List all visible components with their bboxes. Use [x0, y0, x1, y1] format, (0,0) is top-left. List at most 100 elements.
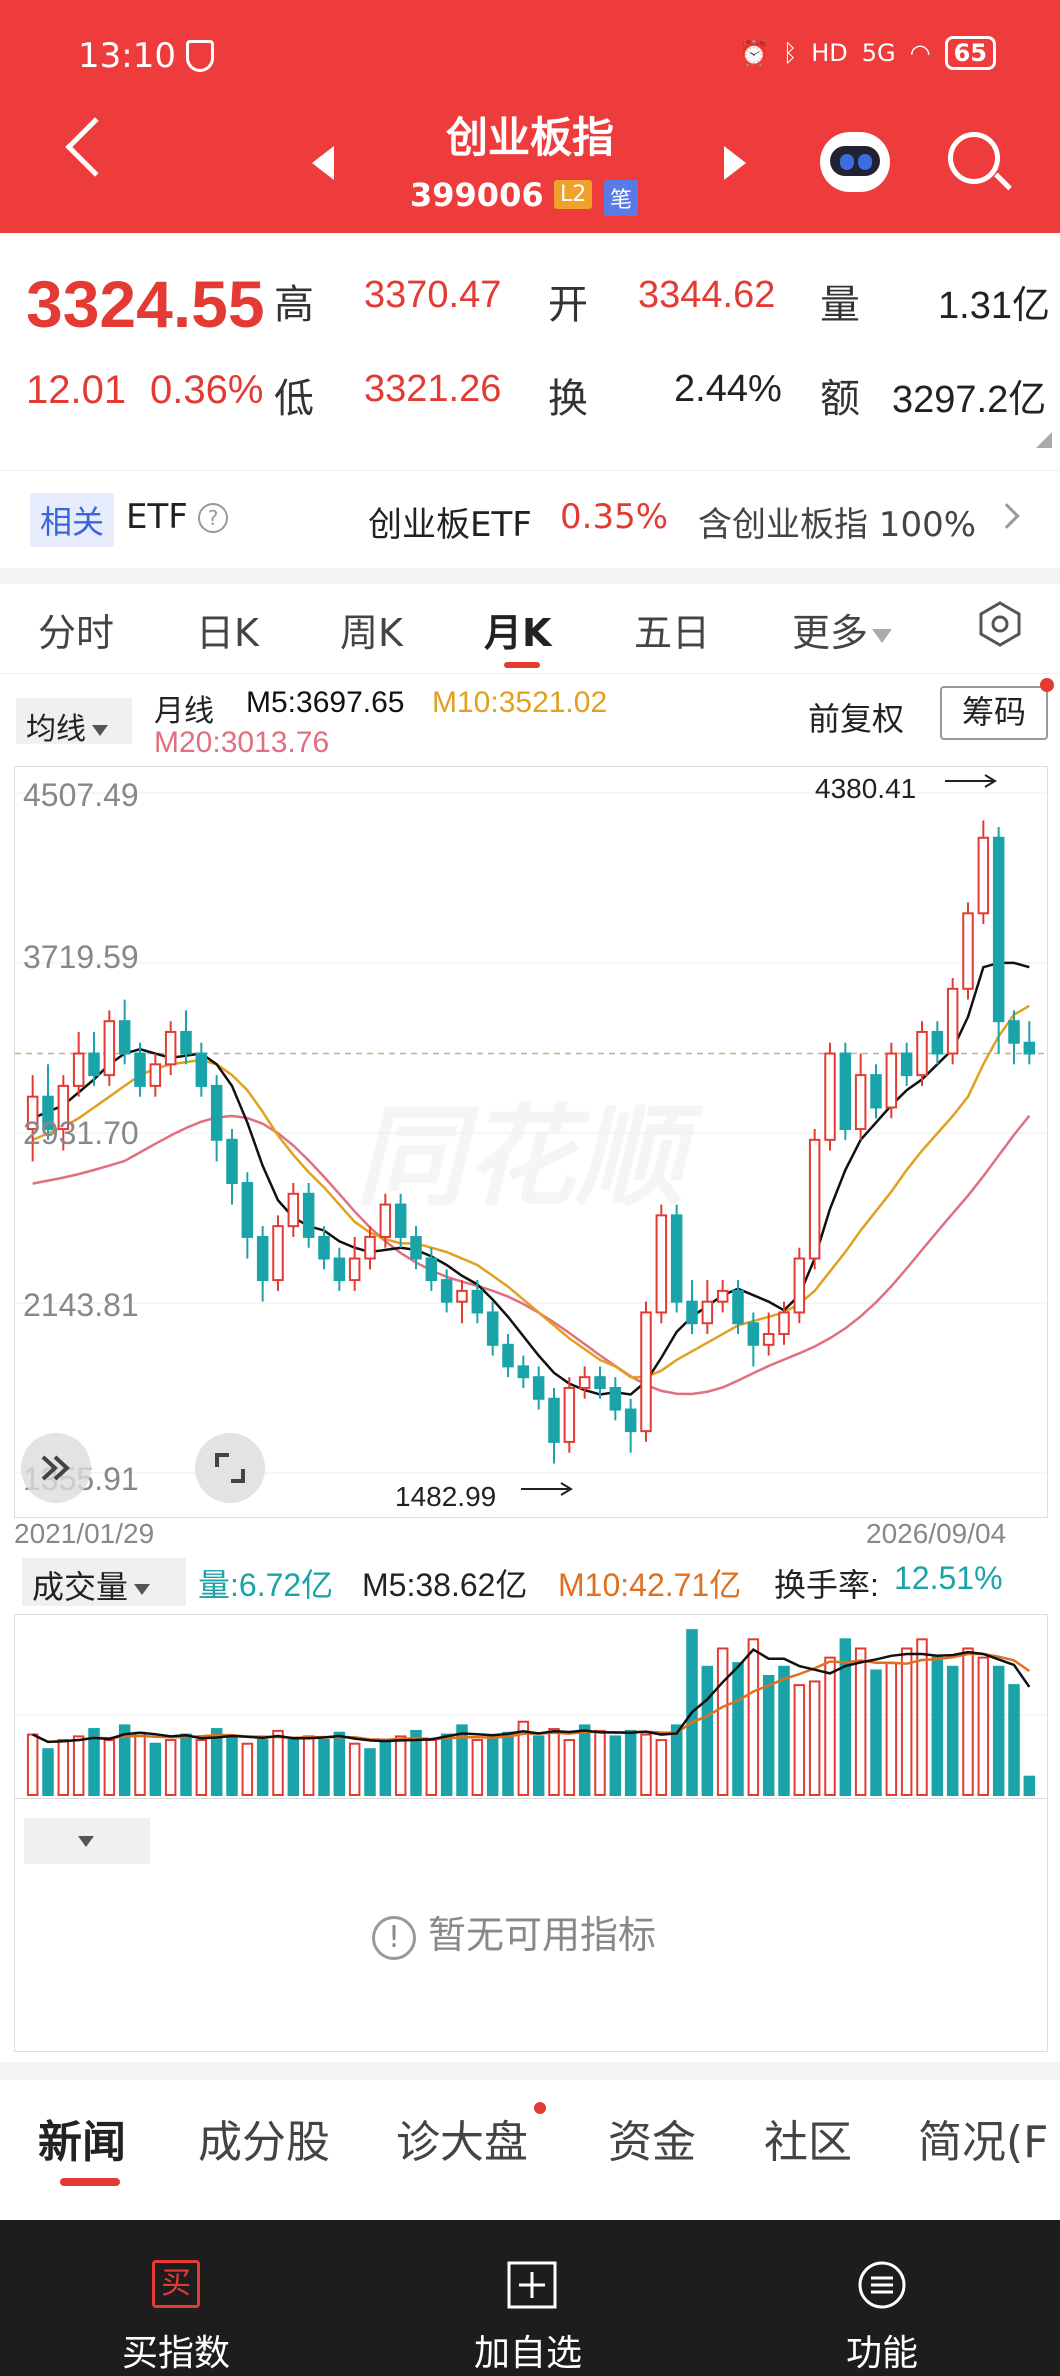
- y-tick: 4507.49: [23, 777, 139, 813]
- tab-funds[interactable]: 资金: [608, 2106, 696, 2170]
- fullscreen-icon[interactable]: [195, 1433, 265, 1503]
- tab-daily-k[interactable]: 日K: [196, 602, 259, 657]
- etf-label: ETF: [126, 497, 188, 537]
- candle-body: [456, 1289, 468, 1303]
- candle-body: [900, 1052, 913, 1077]
- y-tick: 2143.81: [23, 1287, 139, 1323]
- tab-diagnosis[interactable]: 诊大盘: [396, 2106, 528, 2170]
- candle-body: [931, 1030, 944, 1055]
- settings-hexagon-icon[interactable]: [976, 600, 1024, 648]
- volume-svg: [15, 1629, 1047, 1797]
- volume-bar: [272, 1729, 284, 1796]
- candle-body: [1023, 1041, 1036, 1055]
- volume-bar: [563, 1739, 576, 1797]
- volume-bar: [26, 1733, 39, 1796]
- candle-body: [226, 1138, 238, 1184]
- tab-components[interactable]: 成分股: [198, 2106, 330, 2170]
- volume-bar: [532, 1735, 545, 1796]
- search-icon[interactable]: [948, 132, 1000, 184]
- volume-bar: [640, 1733, 652, 1796]
- volume-bar: [778, 1665, 790, 1796]
- note-badge[interactable]: 笔: [604, 180, 639, 216]
- volume-bar: [578, 1724, 591, 1796]
- tab-five-day[interactable]: 五日: [634, 602, 710, 657]
- next-stock-icon[interactable]: [724, 146, 746, 180]
- alarm-icon: ⏰: [738, 39, 769, 67]
- candle-body: [594, 1376, 606, 1389]
- expand-double-arrow-icon[interactable]: [21, 1433, 91, 1503]
- candle-body: [824, 1052, 836, 1141]
- chip-distribution-button[interactable]: 筹码: [940, 686, 1048, 740]
- candle-body: [854, 1074, 867, 1131]
- volume-bar: [241, 1742, 254, 1796]
- volume-bar: [946, 1665, 959, 1796]
- candle-body: [72, 1052, 85, 1087]
- related-tag: 相关: [30, 493, 115, 547]
- tab-community[interactable]: 社区: [764, 2106, 852, 2170]
- volume-bar: [655, 1739, 668, 1797]
- x-end-date: 2026/09/04: [866, 1518, 1007, 1549]
- candle-body: [302, 1192, 315, 1238]
- amount-label: 额: [820, 376, 860, 422]
- hd-badge: HD: [811, 39, 848, 67]
- volume-bar: [425, 1739, 438, 1797]
- indicator-selector[interactable]: [24, 1818, 150, 1864]
- bluetooth-icon: ᛒ: [782, 39, 798, 67]
- volume-selector[interactable]: 成交量: [22, 1558, 186, 1606]
- volume-bar: [916, 1638, 928, 1796]
- turnover-label: 换: [548, 376, 588, 422]
- etf-pct: 0.35%: [560, 497, 669, 537]
- tab-profile[interactable]: 简况(F: [918, 2106, 1048, 2170]
- volume-bar: [195, 1739, 208, 1797]
- tab-weekly-k[interactable]: 周K: [340, 602, 403, 657]
- volume-bar: [885, 1662, 898, 1797]
- volume-chart[interactable]: [14, 1614, 1048, 1798]
- volume-bar: [348, 1742, 361, 1796]
- candle-body: [563, 1386, 576, 1443]
- ma-period: 月线: [154, 695, 214, 728]
- tab-intraday[interactable]: 分时: [38, 602, 114, 657]
- status-bar: 13:10 ⏰ ᛒ HD 5G ◠ 65: [78, 36, 996, 80]
- y-tick: 3719.59: [23, 939, 139, 975]
- volume-current: 量:6.72亿: [198, 1567, 334, 1603]
- candle-body: [670, 1214, 683, 1303]
- candle-body: [977, 836, 990, 915]
- volume-bar: [594, 1729, 606, 1796]
- volume-bar: [670, 1724, 683, 1796]
- volume-bar: [854, 1647, 867, 1797]
- help-icon[interactable]: ?: [198, 503, 228, 533]
- candle-body: [425, 1257, 438, 1282]
- volume-bar: [992, 1665, 1005, 1796]
- app-header: 13:10 ⏰ ᛒ HD 5G ◠ 65 创业板指 399006 L2 笔: [0, 0, 1060, 233]
- candle-body: [532, 1376, 545, 1400]
- notification-dot: [1040, 678, 1054, 692]
- kline-chart[interactable]: 同花顺 4507.49 3719.59 2931.70 2143.81 1355…: [14, 766, 1048, 1518]
- candle-body: [272, 1225, 284, 1282]
- tab-news[interactable]: 新闻: [38, 2106, 126, 2170]
- volume-m5: M5:38.62亿: [362, 1567, 528, 1603]
- candle-body: [103, 1020, 116, 1077]
- high-label: 高: [274, 282, 314, 328]
- expand-corner-icon[interactable]: [1036, 432, 1052, 448]
- related-etf-row[interactable]: 相关 ETF ? 创业板ETF 0.35% 含创业板指 100%: [0, 470, 1060, 568]
- volume-value: 1.31亿: [938, 285, 1050, 327]
- robot-assistant-icon[interactable]: [820, 132, 890, 192]
- ma-selector[interactable]: 均线: [16, 698, 132, 747]
- tab-monthly-k[interactable]: 月K: [484, 602, 551, 657]
- volume-bar: [732, 1662, 744, 1797]
- volume-bar: [471, 1739, 484, 1797]
- candle-body: [962, 912, 974, 990]
- high-value: 3370.47: [364, 274, 502, 316]
- tab-more[interactable]: 更多: [792, 602, 893, 657]
- last-price: 3324.55: [26, 267, 265, 341]
- etf-desc: 含创业板指 100%: [698, 505, 977, 545]
- candle-body: [134, 1052, 146, 1087]
- volume-bar: [134, 1731, 146, 1797]
- dropdown-arrow-icon: [134, 1583, 151, 1595]
- candle-body: [517, 1365, 530, 1379]
- adjust-mode[interactable]: 前复权: [808, 694, 904, 740]
- dropdown-arrow-icon: [872, 628, 893, 643]
- volume-bar: [456, 1724, 468, 1796]
- turnover-rate-value: 12.51%: [894, 1560, 1003, 1596]
- dropdown-arrow-icon: [92, 725, 108, 736]
